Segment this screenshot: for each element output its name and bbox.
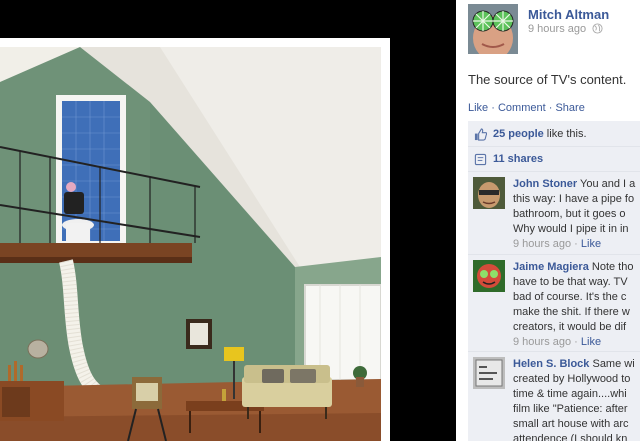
comment-time[interactable]: 9 hours ago xyxy=(513,238,571,250)
shares-count-link[interactable]: 11 shares xyxy=(493,153,543,165)
post-sidebar: Mitch Altman 9 hours ago The source of T… xyxy=(456,0,640,441)
comment-time[interactable]: 9 hours ago xyxy=(513,336,571,348)
like-link[interactable]: Like xyxy=(468,102,488,114)
post-photo[interactable] xyxy=(0,47,381,441)
commenter-name[interactable]: John Stoner xyxy=(513,178,577,190)
commenter-avatar[interactable] xyxy=(473,260,505,292)
commenter-avatar[interactable] xyxy=(473,177,505,209)
share-link[interactable]: Share xyxy=(555,102,584,114)
post-actions: Like · Comment · Share xyxy=(468,102,585,114)
comment-text: attendence (I should kn xyxy=(513,433,628,441)
separator: · xyxy=(548,102,553,114)
comment-link[interactable]: Comment xyxy=(498,102,546,114)
comment-body: Jaime Magiera Note tho have to be that w… xyxy=(513,260,640,350)
comment-text: creators, it would be dif xyxy=(513,321,627,333)
divider xyxy=(468,254,640,255)
comment-text: created by Hollywood to xyxy=(513,373,631,385)
comment-text: film like "Patience: after xyxy=(513,403,628,415)
author-avatar-image xyxy=(468,4,518,54)
comment-text: bathroom, but it goes o xyxy=(513,208,626,220)
comment-text: small art house with arc xyxy=(513,418,629,430)
feedback-section: 25 people like this. 11 shares John Ston… xyxy=(468,121,640,441)
photo-illustration xyxy=(0,47,381,441)
likes-count-link[interactable]: 25 people xyxy=(493,128,544,140)
comment-text: this way: I have a pipe fo xyxy=(513,193,635,205)
comment-text: have to be that way. TV xyxy=(513,276,628,288)
comment-like-link[interactable]: Like xyxy=(581,238,601,250)
commenter-avatar[interactable] xyxy=(473,357,505,389)
post-caption: The source of TV's content. xyxy=(468,72,627,87)
likes-suffix: like this. xyxy=(543,128,587,140)
author-avatar[interactable] xyxy=(468,4,518,54)
comment-text: bad of course. It's the c xyxy=(513,291,627,303)
comment-text: You and I a xyxy=(577,178,636,190)
author-name[interactable]: Mitch Altman xyxy=(528,7,609,22)
thumbs-up-icon xyxy=(474,128,487,141)
separator: · xyxy=(491,102,495,114)
share-icon xyxy=(474,153,487,166)
commenter-avatar-image xyxy=(473,260,505,292)
post-time-text[interactable]: 9 hours ago xyxy=(528,23,586,35)
comment-text: Why would I pipe it in in xyxy=(513,223,629,235)
commenter-name[interactable]: Jaime Magiera xyxy=(513,261,589,273)
divider xyxy=(468,146,640,147)
commenter-name[interactable]: Helen S. Block xyxy=(513,358,589,370)
divider xyxy=(468,351,640,352)
globe-icon xyxy=(592,23,603,34)
divider xyxy=(468,171,640,172)
comment-body: Helen S. Block Same wi created by Hollyw… xyxy=(513,357,640,441)
comment-body: John Stoner You and I a this way: I have… xyxy=(513,177,640,252)
post-timestamp[interactable]: 9 hours ago xyxy=(528,23,603,35)
comment-text: time & time again....whi xyxy=(513,388,627,400)
comment-text: make the shit. If there w xyxy=(513,306,630,318)
comment-text: Note tho xyxy=(588,261,634,273)
comment-like-link[interactable]: Like xyxy=(581,336,601,348)
commenter-avatar-image xyxy=(473,357,505,389)
comment-text: Same wi xyxy=(589,358,635,370)
commenter-avatar-image xyxy=(473,177,505,209)
photo-frame xyxy=(0,38,390,441)
